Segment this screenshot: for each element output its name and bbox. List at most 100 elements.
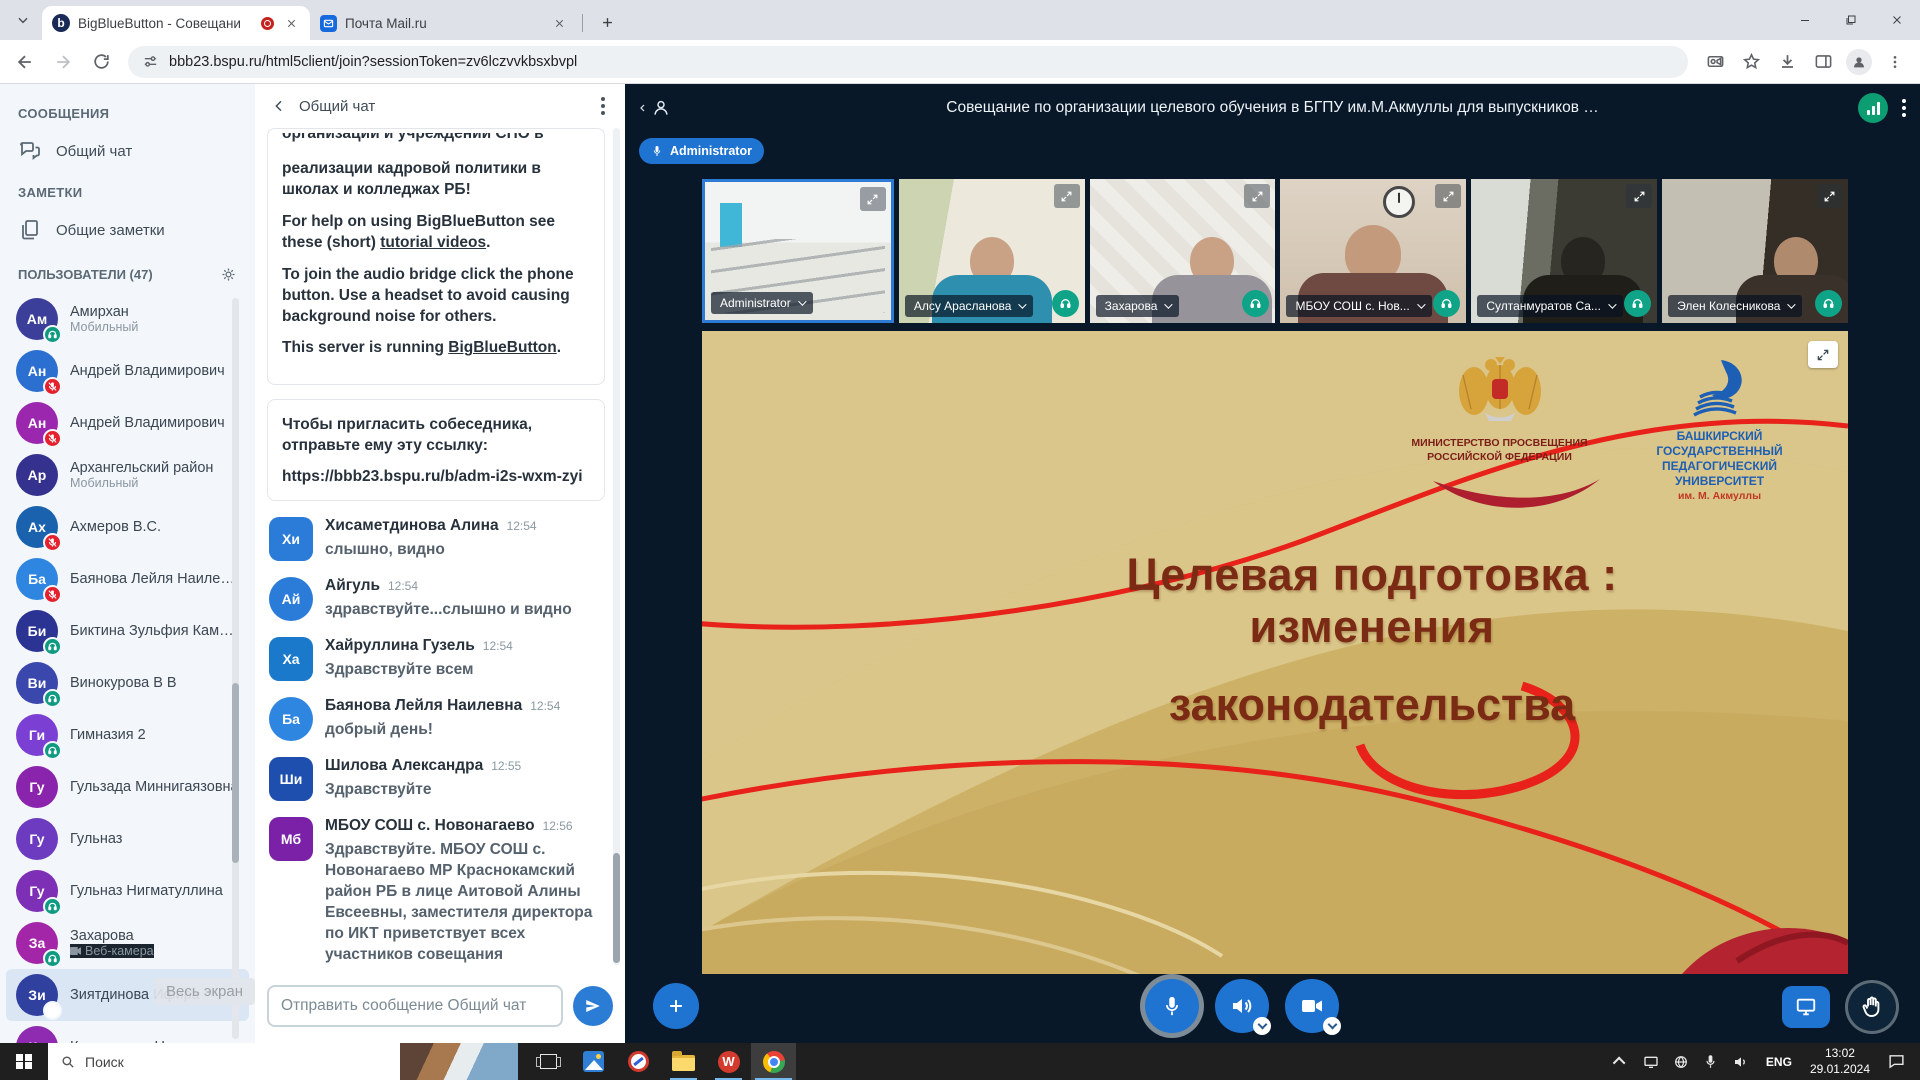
taskbar-clock[interactable]: 13:02 29.01.2024 <box>1802 1046 1878 1077</box>
user-list-item[interactable]: Зи Зиятдинова Ифира Весь экран <box>6 969 249 1021</box>
tray-display-icon[interactable] <box>1636 1054 1666 1070</box>
tab-close-icon[interactable] <box>550 14 568 32</box>
webcam-tile[interactable]: Алсу Арасланова <box>899 179 1085 323</box>
webcam-name-label[interactable]: МБОУ СОШ с. Нов... <box>1286 295 1431 317</box>
webcam-fullscreen-icon[interactable] <box>1435 184 1461 208</box>
tray-mic-icon[interactable] <box>1696 1054 1726 1069</box>
talking-indicator[interactable]: Administrator <box>639 138 764 164</box>
webcam-tile[interactable]: Султанмуратов Са... <box>1471 179 1657 323</box>
user-list-item[interactable]: Ан Андрей Владимирович <box>6 345 249 397</box>
webcam-tile[interactable]: Элен Колесникова <box>1662 179 1848 323</box>
taskbar-app-snip[interactable] <box>616 1043 661 1080</box>
tray-expand-icon[interactable] <box>1606 1057 1636 1066</box>
webcam-name-label[interactable]: Султанмуратов Са... <box>1477 295 1623 317</box>
screenshare-button[interactable] <box>1782 986 1830 1028</box>
task-view-button[interactable] <box>526 1043 571 1080</box>
user-list-item[interactable]: Ви Винокурова В В <box>6 657 249 709</box>
tab-close-icon[interactable] <box>282 14 300 32</box>
toggle-userlist-button[interactable] <box>637 84 671 132</box>
action-center-icon[interactable] <box>1878 1053 1914 1070</box>
chat-back-icon[interactable] <box>271 98 287 114</box>
webcam-name-label[interactable]: Захарова <box>1096 295 1180 317</box>
webcam-fullscreen-icon[interactable] <box>1244 184 1270 208</box>
window-close-button[interactable] <box>1874 0 1920 40</box>
url-text[interactable]: bbb23.bspu.ru/html5client/join?sessionTo… <box>169 54 577 70</box>
bookmark-star-icon[interactable] <box>1734 45 1768 79</box>
search-highlight-image[interactable] <box>400 1043 518 1080</box>
invite-url[interactable]: https://bbb23.bspu.ru/b/adm-i2s-wxm-zyi <box>282 468 590 486</box>
window-minimize-button[interactable] <box>1782 0 1828 40</box>
tab-bigbluebutton[interactable]: b BigBlueButton - Совещани <box>42 6 310 40</box>
chat-menu-icon[interactable] <box>597 93 609 119</box>
webcam-fullscreen-icon[interactable] <box>1626 184 1652 208</box>
user-list-item[interactable]: Ам Амирхан Мобильный <box>6 293 249 345</box>
webcam-name-label[interactable]: Алсу Арасланова <box>905 295 1034 317</box>
taskbar-search-box[interactable]: Поиск <box>48 1043 518 1080</box>
webcam-name-label[interactable]: Элен Колесникова <box>1668 295 1802 317</box>
start-button[interactable] <box>0 1043 48 1080</box>
address-bar[interactable]: bbb23.bspu.ru/html5client/join?sessionTo… <box>128 46 1688 78</box>
scrollbar-thumb[interactable] <box>613 853 620 963</box>
audio-button[interactable] <box>1215 979 1269 1033</box>
chat-message-list[interactable]: организаций и учреждений СПО в рамках ре… <box>267 128 605 965</box>
presentation-slide[interactable]: МИНИСТЕРСТВО ПРОСВЕЩЕНИЯРОССИЙСКОЙ ФЕДЕР… <box>702 331 1848 974</box>
webcam-tile[interactable]: Захарова <box>1090 179 1276 323</box>
new-tab-button[interactable] <box>593 8 621 36</box>
tab-search-button[interactable] <box>8 5 38 35</box>
window-restore-button[interactable] <box>1828 0 1874 40</box>
browser-menu-icon[interactable] <box>1878 45 1912 79</box>
audio-options-chevron-icon[interactable] <box>1253 1017 1271 1035</box>
site-settings-icon[interactable] <box>142 53 159 70</box>
side-panel-icon[interactable] <box>1806 45 1840 79</box>
forward-button[interactable] <box>46 45 80 79</box>
webcam-tile[interactable]: МБОУ СОШ с. Нов... <box>1280 179 1466 323</box>
sidebar-item-public-chat[interactable]: Общий чат <box>0 129 255 173</box>
reload-button[interactable] <box>84 45 118 79</box>
webcam-tile[interactable]: Administrator <box>702 179 894 323</box>
language-indicator[interactable]: ENG <box>1756 1055 1802 1069</box>
connection-status-icon[interactable] <box>1858 93 1888 123</box>
tutorial-videos-link[interactable]: tutorial videos <box>380 234 486 251</box>
raise-hand-button[interactable] <box>1848 983 1896 1031</box>
user-list-item[interactable]: Ах Ахмеров В.С. <box>6 501 249 553</box>
bigbluebutton-link[interactable]: BigBlueButton <box>448 339 556 356</box>
taskbar-app-explorer[interactable] <box>661 1043 706 1080</box>
webcam-name-label[interactable]: Administrator <box>711 292 813 314</box>
webcam-fullscreen-icon[interactable] <box>860 187 886 211</box>
presentation-fullscreen-icon[interactable] <box>1808 341 1838 368</box>
user-list-item[interactable]: Ба Баянова Лейля Наилевна <box>6 553 249 605</box>
downloads-icon[interactable] <box>1770 45 1804 79</box>
chat-scrollbar[interactable] <box>613 128 620 965</box>
scrollbar-thumb[interactable] <box>232 683 239 863</box>
meeting-options-icon[interactable] <box>1898 95 1910 121</box>
user-list-item[interactable]: Ан Андрей Владимирович <box>6 397 249 449</box>
taskbar-app-chrome[interactable] <box>751 1043 796 1080</box>
tray-volume-icon[interactable] <box>1726 1054 1756 1070</box>
user-list-item[interactable]: Ги Гимназия 2 <box>6 709 249 761</box>
mute-button[interactable] <box>1145 979 1199 1033</box>
actions-plus-button[interactable] <box>653 983 699 1029</box>
tab-mailru[interactable]: Почта Mail.ru <box>310 6 578 40</box>
user-list-item[interactable]: Ко Коновалова Наталья <box>6 1021 249 1043</box>
user-list-item[interactable]: Гу Гульзада Миннигаязовна <box>6 761 249 813</box>
user-list-item[interactable]: Гу Гульназ Нигматуллина <box>6 865 249 917</box>
profile-avatar[interactable] <box>1842 45 1876 79</box>
webcam-options-chevron-icon[interactable] <box>1323 1017 1341 1035</box>
user-list-item[interactable]: Би Биктина Зульфия Камиловна <box>6 605 249 657</box>
taskbar-app-photos[interactable] <box>571 1043 616 1080</box>
sidebar-item-shared-notes[interactable]: Общие заметки <box>0 208 255 252</box>
userlist-scrollbar[interactable] <box>232 298 239 1039</box>
taskbar-app-office[interactable]: W <box>706 1043 751 1080</box>
webcam-fullscreen-icon[interactable] <box>1054 184 1080 208</box>
user-list-item[interactable]: Ар Архангельский район Мобильный <box>6 449 249 501</box>
send-message-button[interactable] <box>573 986 613 1026</box>
media-controls-icon[interactable] <box>1698 45 1732 79</box>
tray-network-icon[interactable] <box>1666 1054 1696 1070</box>
user-list-item[interactable]: Гу Гульназ <box>6 813 249 865</box>
user-list-item[interactable]: За Захарова Веб-камера <box>6 917 249 969</box>
users-settings-gear-icon[interactable] <box>220 266 237 283</box>
webcam-fullscreen-icon[interactable] <box>1817 184 1843 208</box>
back-button[interactable] <box>8 45 42 79</box>
webcam-share-button[interactable] <box>1285 979 1339 1033</box>
chat-message-input[interactable] <box>267 985 563 1027</box>
